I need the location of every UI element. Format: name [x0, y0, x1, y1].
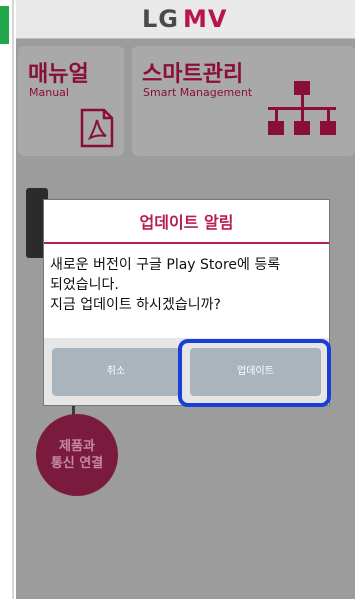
logo-mv-text: MV	[183, 5, 228, 33]
manual-subtitle: Manual	[29, 86, 69, 99]
dialog-message-line2: 되었습니다.	[50, 277, 119, 293]
app-header: LG MV	[16, 0, 355, 38]
manual-title: 매뉴얼	[28, 62, 89, 87]
product-connect-button[interactable]: 제품과 통신 연결	[36, 414, 118, 496]
connect-label-line1: 제품과	[59, 439, 95, 454]
connect-label-line2: 통신 연결	[50, 456, 104, 471]
update-button-highlight	[178, 339, 331, 407]
dialog-title-divider	[44, 242, 329, 244]
pdf-document-icon	[80, 108, 114, 148]
network-hierarchy-icon	[268, 81, 336, 135]
cancel-button[interactable]: 취소	[52, 348, 180, 396]
smart-management-title: 스마트관리	[142, 62, 244, 87]
dialog-message-line3: 지금 업데이트 하시겠습니까?	[50, 297, 221, 313]
product-connect-label: 제품과 통신 연결	[36, 438, 118, 472]
manual-tile[interactable]: 매뉴얼 Manual	[18, 46, 124, 156]
left-edge-divider	[12, 0, 14, 599]
smart-management-subtitle: Smart Management	[143, 86, 253, 99]
lgmv-logo: LG MV	[142, 5, 227, 33]
left-green-indicator	[0, 6, 9, 44]
dialog-title: 업데이트 알림	[139, 213, 234, 232]
header-divider	[16, 38, 355, 39]
dialog-message: 새로운 버전이 구글 Play Store에 등록 되었습니다. 지금 업데이트…	[50, 255, 325, 315]
logo-lg-text: LG	[142, 5, 179, 33]
smart-management-tile[interactable]: 스마트관리 Smart Management	[132, 46, 355, 156]
dialog-message-line1: 새로운 버전이 구글 Play Store에 등록	[50, 257, 281, 273]
